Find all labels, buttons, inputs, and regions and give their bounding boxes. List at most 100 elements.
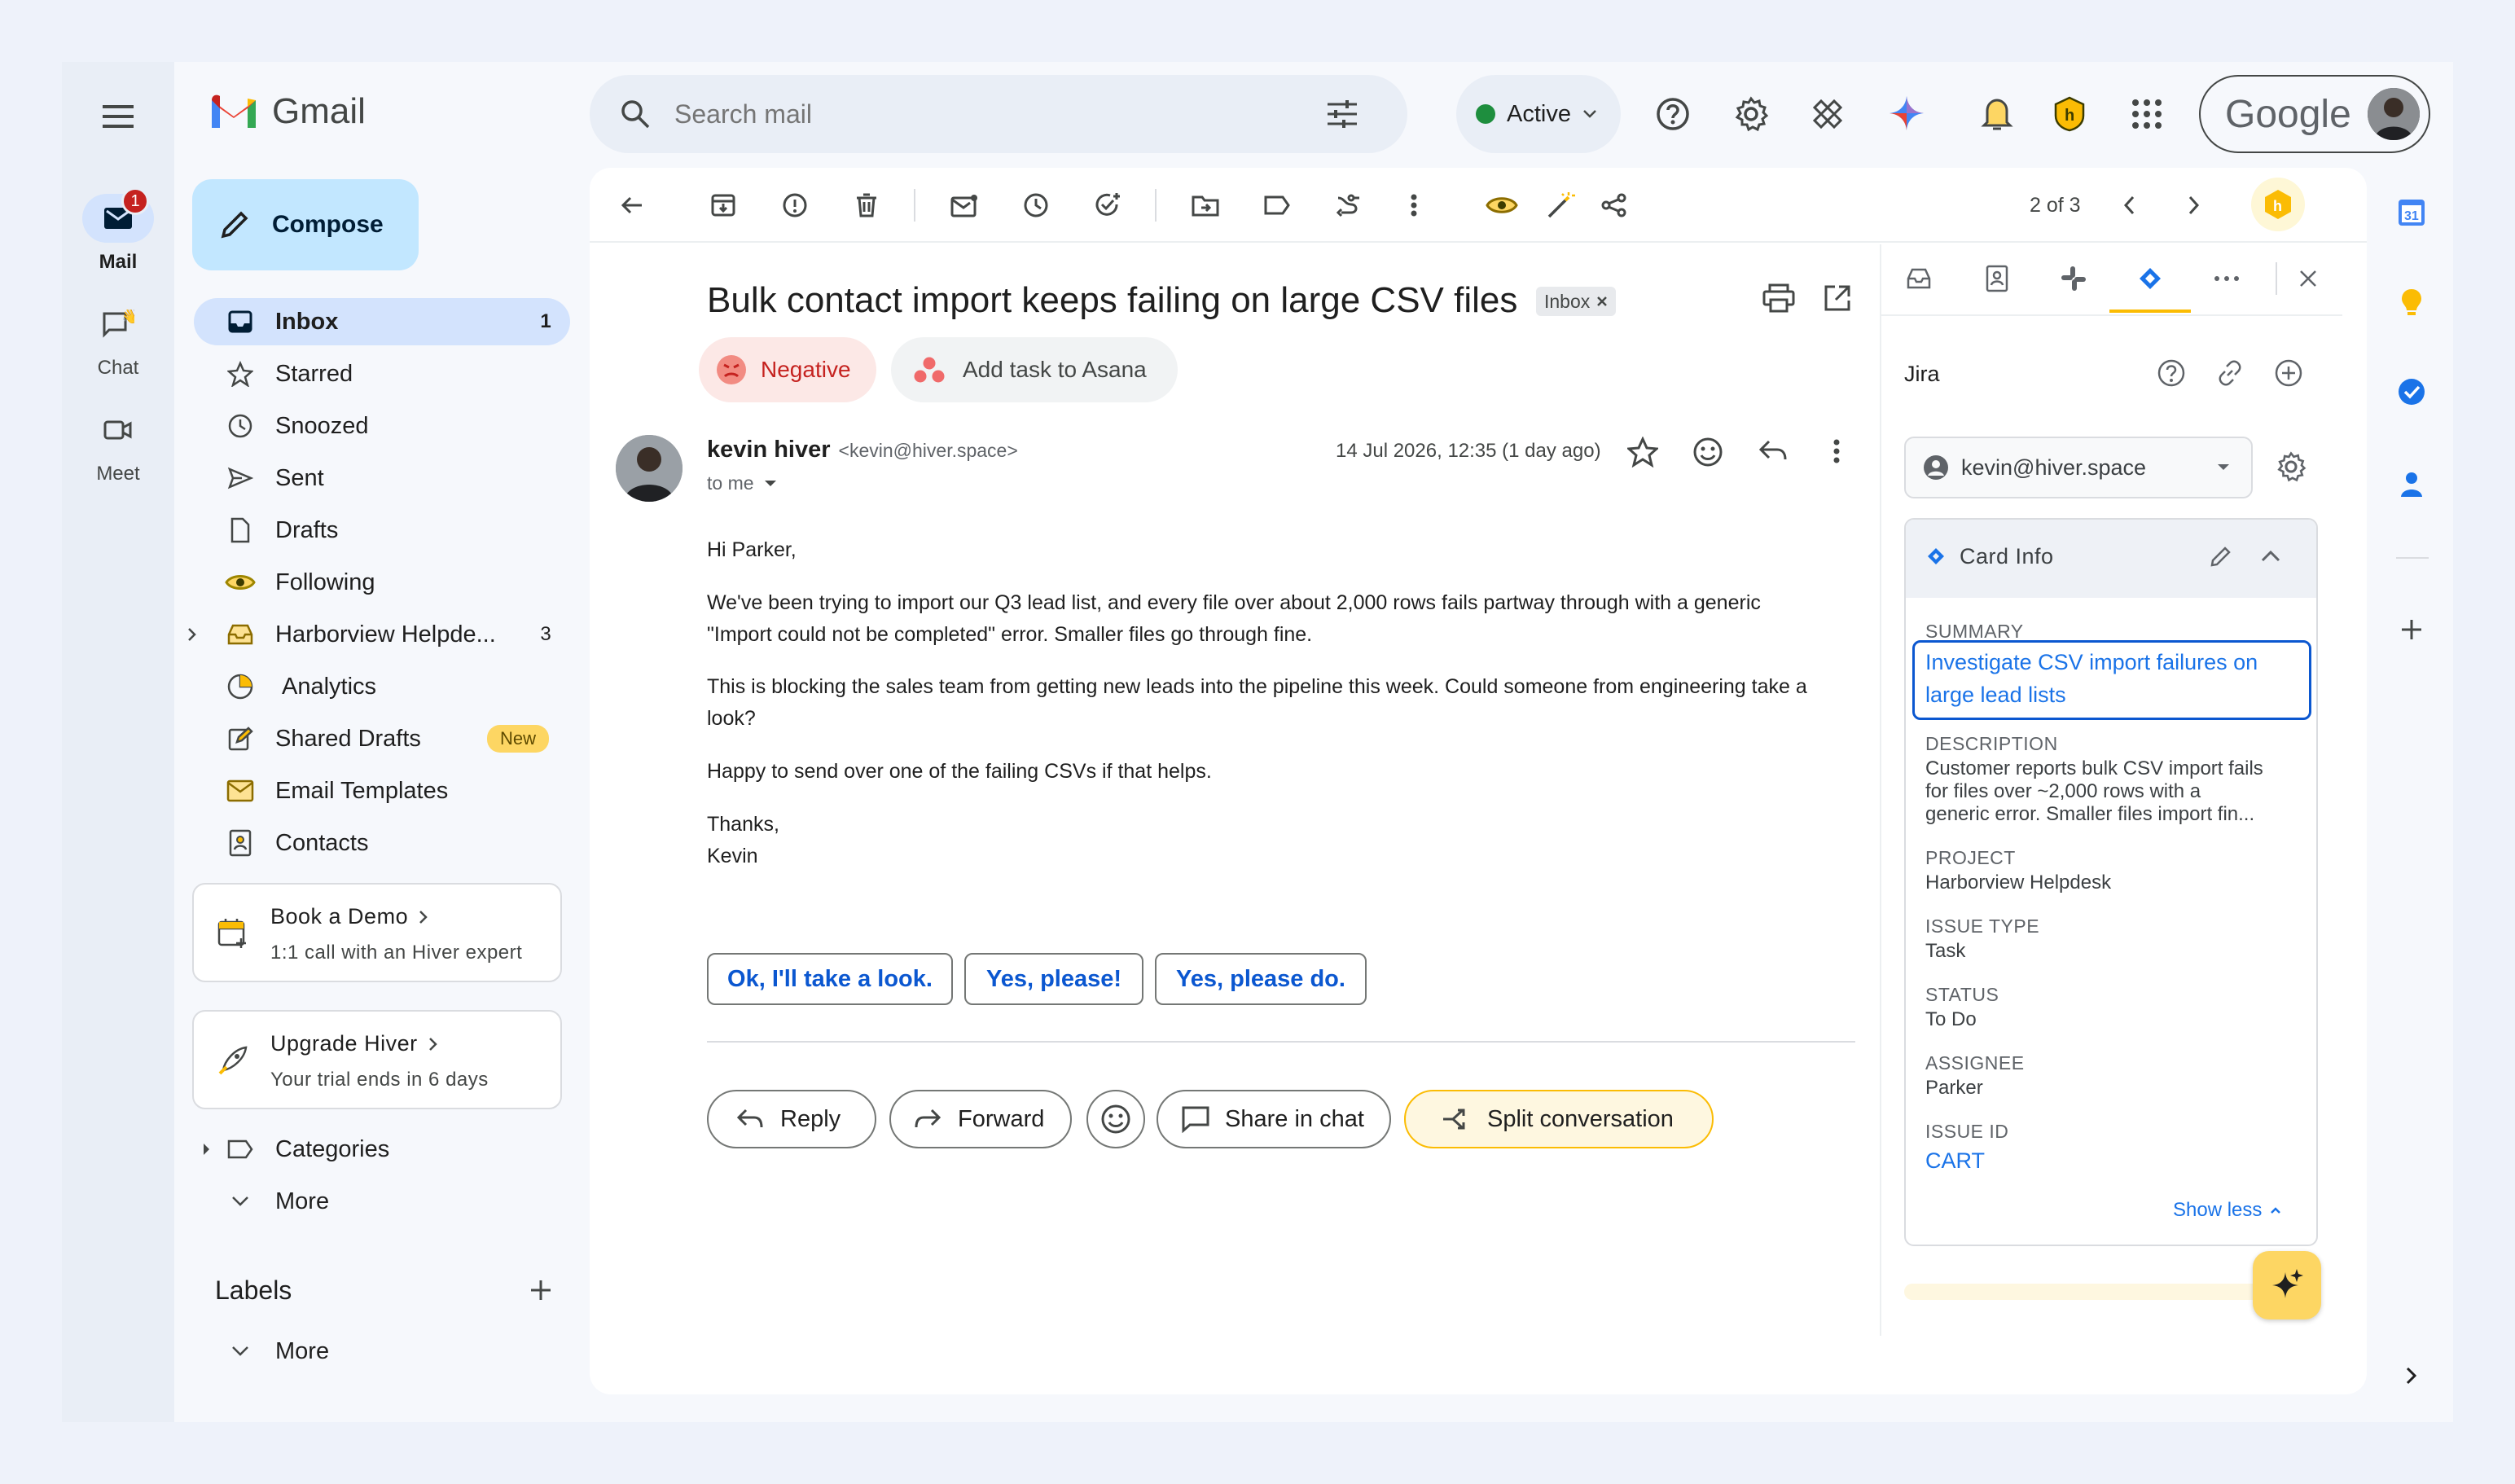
jira-link-icon[interactable] <box>2215 358 2245 388</box>
search-icon[interactable] <box>619 98 652 130</box>
panel-tab-jira-icon[interactable] <box>2132 261 2168 296</box>
search-bar[interactable] <box>590 75 1407 153</box>
expand-panel-chevron-icon[interactable] <box>2391 1355 2432 1396</box>
nav-inbox[interactable]: Inbox 1 <box>194 298 570 345</box>
nav-analytics[interactable]: Analytics <box>194 663 570 710</box>
issue-id-link[interactable]: CART <box>1925 1148 1985 1174</box>
notification-bell-icon[interactable] <box>1981 96 2013 132</box>
share-nodes-icon[interactable] <box>1596 187 1632 223</box>
google-apps-grid-icon[interactable] <box>2129 96 2165 132</box>
jira-help-icon[interactable] <box>2157 358 2186 388</box>
panel-tab-contact-icon[interactable] <box>1979 261 2015 296</box>
status-selector[interactable]: Active <box>1456 75 1621 153</box>
smart-reply-2[interactable]: Yes, please! <box>964 953 1143 1005</box>
calendar-app-icon[interactable]: 31 <box>2391 192 2432 233</box>
gemini-sparkle-icon[interactable] <box>1888 94 1925 132</box>
more-vertical-icon[interactable] <box>1396 187 1432 223</box>
hiver-apps-icon[interactable] <box>1810 96 1846 132</box>
account-switcher[interactable]: Google <box>2199 75 2430 153</box>
smart-reply-3[interactable]: Yes, please do. <box>1155 953 1367 1005</box>
split-conversation-button[interactable]: Split conversation <box>1404 1090 1714 1148</box>
nav-sent[interactable]: Sent <box>194 454 570 502</box>
edit-pencil-icon[interactable] <box>2209 544 2233 569</box>
nav-drafts[interactable]: Drafts <box>194 507 570 554</box>
star-message-icon[interactable] <box>1627 437 1658 468</box>
add-task-icon[interactable] <box>1090 187 1126 223</box>
print-icon[interactable] <box>1762 283 1795 313</box>
emoji-react-icon[interactable] <box>1692 437 1723 468</box>
back-arrow-icon[interactable] <box>614 187 650 223</box>
message-more-icon[interactable] <box>1832 438 1841 464</box>
nav-contacts[interactable]: Contacts <box>194 819 570 867</box>
magic-wand-icon[interactable] <box>1543 187 1578 223</box>
upgrade-card[interactable]: Upgrade Hiver Your trial ends in 6 days <box>192 1010 562 1109</box>
nav-more[interactable]: More <box>194 1178 570 1225</box>
report-spam-icon[interactable] <box>777 187 813 223</box>
archive-icon[interactable] <box>705 187 741 223</box>
follow-eye-icon[interactable] <box>1484 187 1520 223</box>
labels-more[interactable]: More <box>194 1328 570 1375</box>
rail-meet[interactable]: Meet <box>62 406 174 485</box>
forward-button[interactable]: Forward <box>889 1090 1072 1148</box>
gmail-logo[interactable]: Gmail <box>208 91 366 132</box>
settings-gear-icon[interactable] <box>1733 96 1769 132</box>
add-label-icon[interactable] <box>525 1274 557 1306</box>
nav-snoozed[interactable]: Snoozed <box>194 402 570 450</box>
keep-app-icon[interactable] <box>2391 282 2432 323</box>
nav-email-templates[interactable]: Email Templates <box>194 767 570 814</box>
sender-name[interactable]: kevin hiver <box>707 437 831 463</box>
nav-categories[interactable]: Categories <box>194 1126 570 1173</box>
rail-mail[interactable]: 1 Mail <box>62 187 174 274</box>
add-asana-task-chip[interactable]: Add task to Asana <box>891 337 1178 402</box>
contacts-app-icon[interactable] <box>2391 464 2432 505</box>
search-input[interactable] <box>674 99 1310 130</box>
move-to-folder-icon[interactable] <box>1187 187 1223 223</box>
emoji-reaction-button[interactable] <box>1086 1090 1145 1148</box>
add-addon-icon[interactable] <box>2391 609 2432 650</box>
search-options-icon[interactable] <box>1326 99 1358 129</box>
newer-chevron-left-icon[interactable] <box>2111 187 2147 223</box>
hiver-shield-icon[interactable]: h <box>2052 96 2087 132</box>
close-panel-icon[interactable] <box>2290 261 2326 296</box>
recipient-toggle[interactable]: to me <box>707 472 777 494</box>
panel-tab-slack-icon[interactable] <box>2056 261 2091 296</box>
jira-account-select[interactable]: kevin@hiver.space <box>1904 437 2253 498</box>
tasks-app-icon[interactable] <box>2391 371 2432 412</box>
smart-reply-1[interactable]: Ok, I'll take a look. <box>707 953 953 1005</box>
open-new-window-icon[interactable] <box>1823 283 1852 313</box>
nav-following-label: Following <box>275 569 375 595</box>
label-tag-icon[interactable] <box>1259 187 1295 223</box>
delete-trash-icon[interactable] <box>849 187 884 223</box>
main-menu-icon[interactable] <box>98 96 138 137</box>
chevron-right-icon[interactable] <box>187 627 197 642</box>
older-chevron-right-icon[interactable] <box>2176 187 2212 223</box>
hiver-hex-icon[interactable]: h <box>2251 178 2305 231</box>
panel-tab-inbox-icon[interactable] <box>1901 261 1937 296</box>
ai-assist-button[interactable] <box>2253 1251 2321 1319</box>
inbox-label-chip[interactable]: Inbox <box>1536 287 1617 316</box>
compose-button[interactable]: Compose <box>192 179 419 270</box>
panel-tab-more-icon[interactable] <box>2209 261 2245 296</box>
nav-shared-drafts[interactable]: Shared Drafts New <box>194 715 570 762</box>
snooze-clock-icon[interactable] <box>1018 187 1054 223</box>
sentiment-chip[interactable]: Negative <box>699 337 876 402</box>
remove-label-icon[interactable] <box>1596 296 1608 307</box>
reply-button[interactable]: Reply <box>707 1090 876 1148</box>
chevron-right-icon[interactable] <box>202 1142 212 1157</box>
show-less-toggle[interactable]: Show less <box>2173 1199 2281 1222</box>
collapse-chevron-up-icon[interactable] <box>2261 549 2280 562</box>
nav-starred[interactable]: Starred <box>194 350 570 397</box>
jira-add-icon[interactable] <box>2274 358 2303 388</box>
sender-avatar[interactable] <box>616 435 683 502</box>
workflow-icon[interactable] <box>1331 187 1367 223</box>
body-signature: Kevin <box>707 845 758 867</box>
book-demo-card[interactable]: Book a Demo 1:1 call with an Hiver exper… <box>192 883 562 982</box>
share-in-chat-button[interactable]: Share in chat <box>1157 1090 1391 1148</box>
rail-chat[interactable]: 👋 Chat <box>62 300 174 380</box>
nav-harborview-helpdesk[interactable]: Harborview Helpde... 3 <box>188 611 570 658</box>
reply-arrow-icon[interactable] <box>1758 438 1789 464</box>
jira-settings-icon[interactable] <box>2276 451 2307 482</box>
mark-unread-icon[interactable] <box>946 187 982 223</box>
help-icon[interactable] <box>1655 96 1691 132</box>
nav-following[interactable]: Following <box>194 559 570 606</box>
